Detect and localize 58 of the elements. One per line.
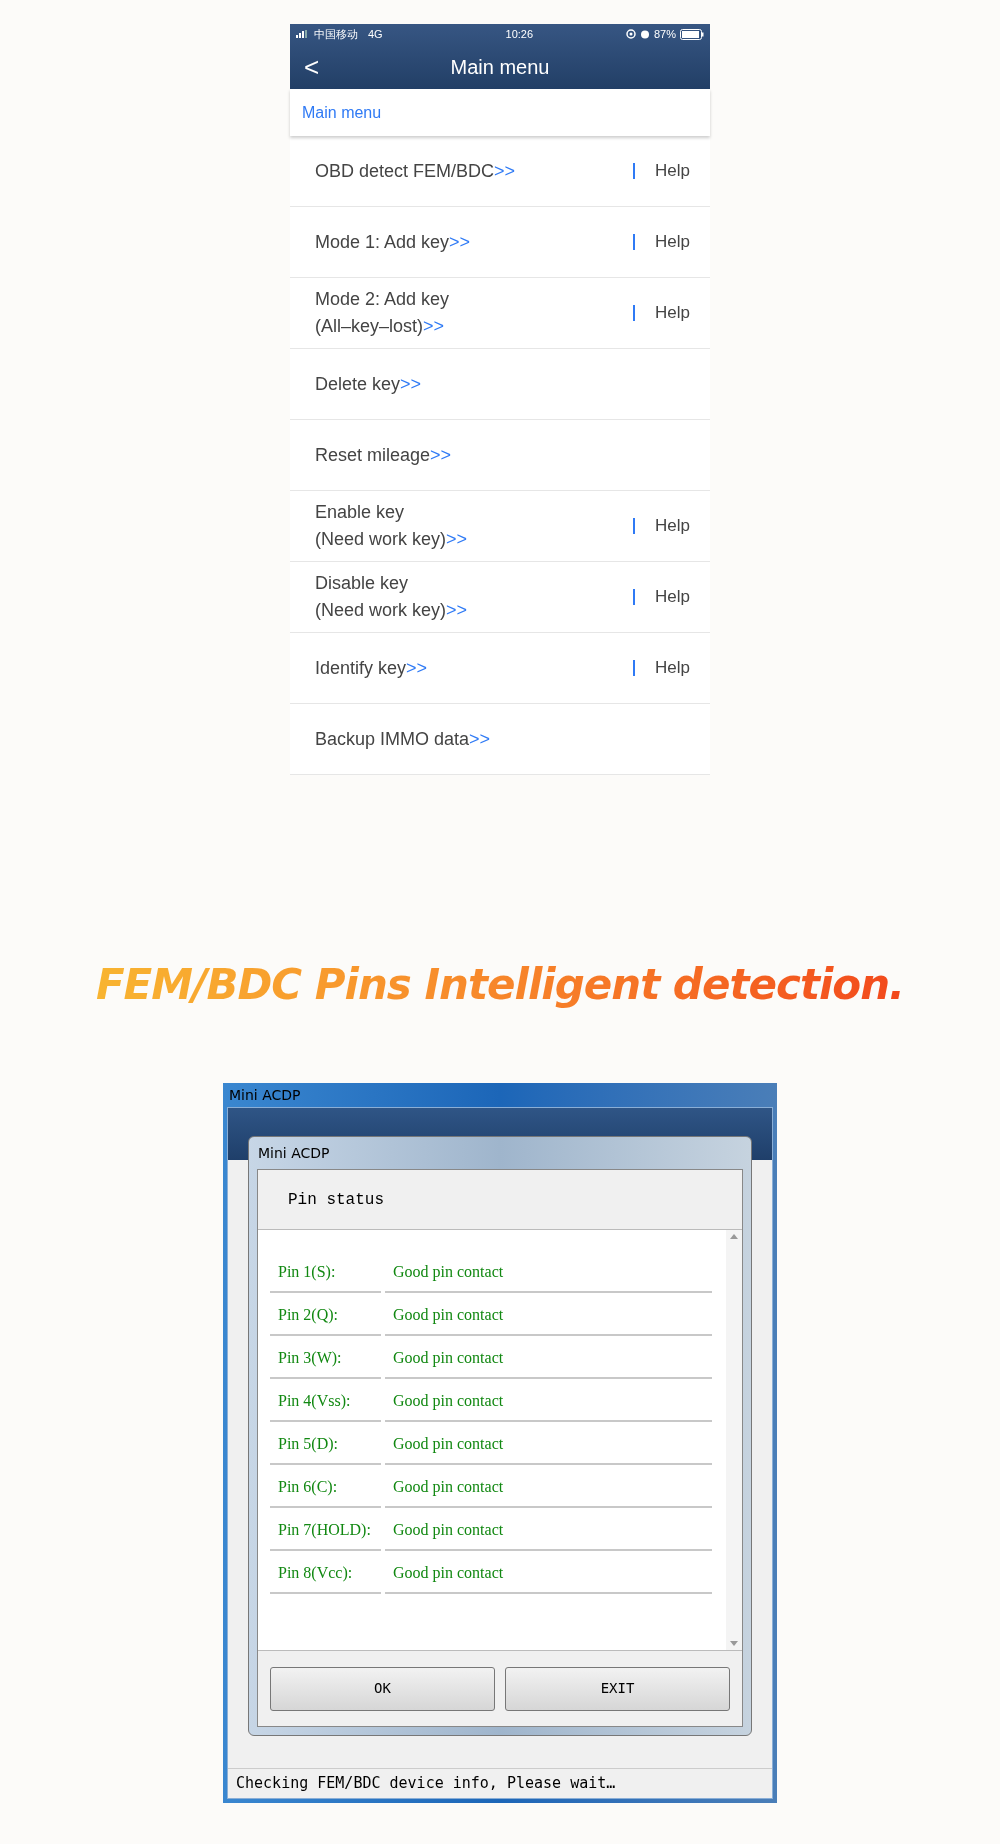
panel-header: Pin status [288,1189,384,1211]
menu-row[interactable]: Backup IMMO data>> [290,704,710,775]
help-link[interactable]: Help [655,158,690,184]
menu-row[interactable]: Identify key>> Help [290,633,710,704]
menu-label: Mode 2: Add key (All–key–lost)>> [315,288,451,338]
menu-row[interactable]: Disable key (Need work key)>> Help [290,562,710,633]
breadcrumb-link[interactable]: Main menu [290,89,710,136]
pin-label: Pin 2(Q): [270,1296,381,1336]
menu-label: Reset mileage>> [315,443,453,467]
pin-status: Good pin contact [385,1554,712,1594]
status-bar: Checking FEM/BDC device info, Please wait… [228,1768,772,1798]
menu-row[interactable]: Mode 1: Add key>> Help [290,207,710,278]
scroll-up-icon[interactable] [730,1234,738,1239]
menu-label: Backup IMMO data>> [315,727,492,751]
scrollbar[interactable] [726,1230,742,1650]
pin-status: Good pin contact [385,1468,712,1508]
pin-label: Pin 5(D): [270,1425,381,1465]
battery-icon [680,28,704,40]
back-button[interactable]: < [304,53,320,80]
dialog-title: Mini ACDP [257,1143,331,1163]
menu-label: Enable key (Need work key)>> [315,501,469,551]
menu-row[interactable]: OBD detect FEM/BDC>> Help [290,136,710,207]
menu-row[interactable]: Reset mileage>> [290,420,710,491]
menu-row[interactable]: Delete key>> [290,349,710,420]
menu-label: Mode 1: Add key>> [315,230,472,254]
menu-label: OBD detect FEM/BDC>> [315,159,517,183]
pin-status: Good pin contact [385,1425,712,1465]
pin-status: Good pin contact [385,1511,712,1551]
screen-title: Main menu [450,54,550,80]
clock: 10:26 [505,26,534,42]
scroll-down-icon[interactable] [730,1641,738,1646]
signal-icon [296,30,310,38]
menu-label: Identify key>> [315,656,429,680]
help-link[interactable]: Help [655,584,690,610]
dialog-button[interactable]: EXIT [505,1666,730,1711]
carrier-label: 中国移动 [314,26,358,42]
help-link[interactable]: Help [655,229,690,255]
pin-label: Pin 4(Vss): [270,1382,381,1422]
pin-label: Pin 1(S): [270,1253,381,1293]
pin-status: Good pin contact [385,1382,712,1422]
battery-percent: 87% [653,26,676,42]
help-link[interactable]: Help [655,513,690,539]
pin-status: Good pin contact [385,1253,712,1293]
pin-label: Pin 3(W): [270,1339,381,1379]
window-title: Mini ACDP [228,1085,302,1105]
menu-label: Disable key (Need work key)>> [315,572,469,622]
help-link[interactable]: Help [655,300,690,326]
pin-status: Good pin contact [385,1339,712,1379]
menu-label: Delete key>> [315,372,423,396]
network-label: 4G [368,26,383,42]
help-link[interactable]: Help [655,655,690,681]
pin-label: Pin 7(HOLD): [270,1511,381,1551]
menu-row[interactable]: Enable key (Need work key)>> Help [290,491,710,562]
pin-label: Pin 8(Vcc): [270,1554,381,1594]
pin-label: Pin 6(C): [270,1468,381,1508]
menu-row[interactable]: Mode 2: Add key (All–key–lost)>> Help [290,278,710,349]
pin-status: Good pin contact [385,1296,712,1336]
dialog-button[interactable]: OK [270,1666,495,1711]
